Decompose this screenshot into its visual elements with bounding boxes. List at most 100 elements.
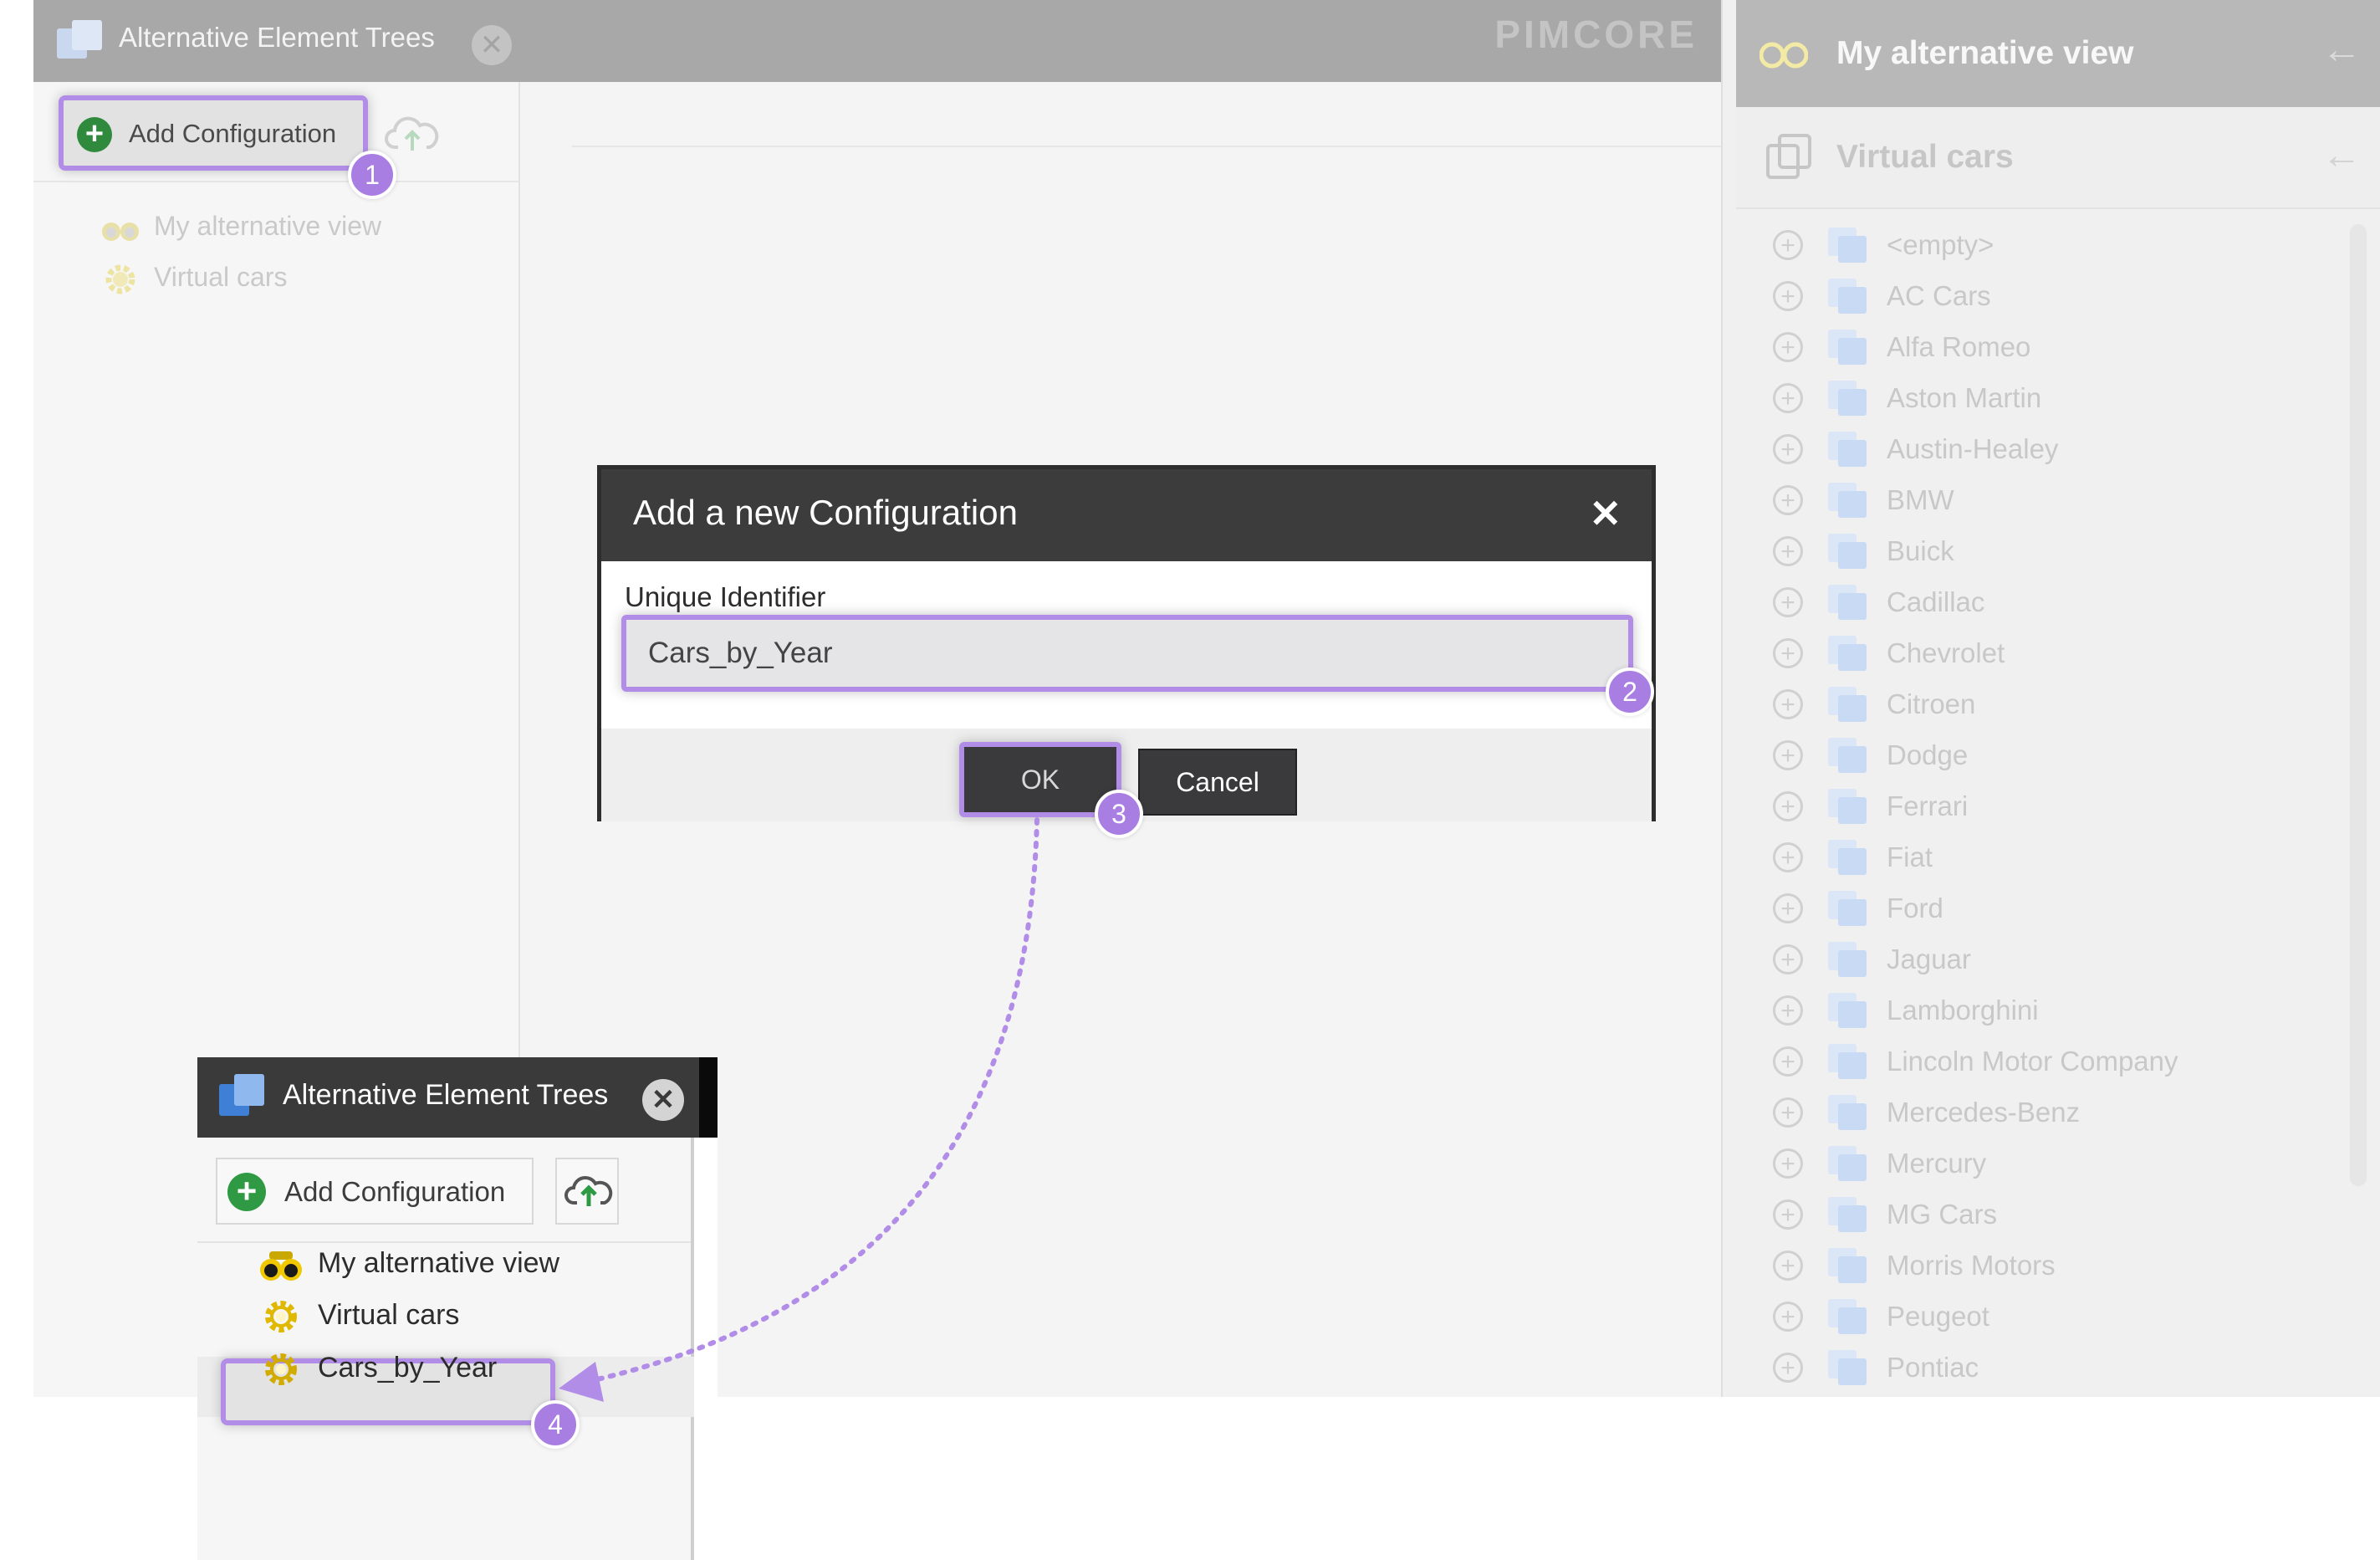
list-item[interactable]: + Pontiac	[1736, 1342, 2355, 1393]
expand-icon[interactable]: +	[1773, 229, 1803, 260]
list-item[interactable]: + Austin-Healey	[1736, 423, 2355, 474]
expand-icon[interactable]: +	[1773, 1250, 1803, 1281]
expand-icon[interactable]: +	[1773, 1046, 1803, 1077]
step-badge-2: 2	[1606, 667, 1654, 716]
folder-icon	[1828, 1298, 1867, 1334]
list-item[interactable]: + Morris Motors	[1736, 1240, 2355, 1291]
expand-icon[interactable]: +	[1773, 535, 1803, 566]
inset-tree-item-my-alternative-view[interactable]: My alternative view	[259, 1246, 559, 1283]
expand-icon[interactable]: +	[1773, 280, 1803, 311]
list-item[interactable]: + MG Cars	[1736, 1189, 2355, 1240]
expand-icon[interactable]: +	[1773, 893, 1803, 923]
background-tab-bar: Alternative Element Trees ✕ PIMCORE	[33, 0, 1723, 82]
expand-icon[interactable]: +	[1773, 944, 1803, 974]
list-item[interactable]: + Lincoln Motor Company	[1736, 1036, 2355, 1087]
tree-item-my-alternative-view[interactable]: My alternative view	[100, 211, 381, 245]
close-icon[interactable]: ✕	[642, 1079, 684, 1121]
alternative-view-header: My alternative view ←	[1736, 0, 2380, 107]
expand-icon[interactable]: +	[1773, 1301, 1803, 1332]
expand-icon[interactable]: +	[1773, 688, 1803, 719]
inset-config-tree: + Add Configuration	[197, 1138, 694, 1560]
list-item[interactable]: + Ferrari	[1736, 780, 2355, 831]
cancel-button[interactable]: Cancel	[1138, 749, 1297, 816]
expand-icon[interactable]: +	[1773, 841, 1803, 872]
expand-icon[interactable]: +	[1773, 739, 1803, 770]
unique-identifier-input[interactable]	[621, 615, 1633, 692]
arrow-left-icon[interactable]: ←	[2321, 132, 2362, 178]
gear-icon	[265, 1301, 297, 1332]
cloud-upload-icon[interactable]	[383, 110, 442, 161]
list-item[interactable]: + Fiat	[1736, 831, 2355, 882]
list-item[interactable]: + Buick	[1736, 525, 2355, 576]
expand-icon[interactable]: +	[1773, 382, 1803, 413]
expand-icon[interactable]: +	[1773, 637, 1803, 668]
list-item[interactable]: + Mercury	[1736, 1138, 2355, 1189]
inset-tab-bar: Alternative Element Trees ✕	[197, 1057, 718, 1138]
import-button[interactable]	[555, 1158, 619, 1225]
folder-icon	[1828, 737, 1867, 773]
list-item-label: Dodge	[1887, 739, 1969, 770]
expand-icon[interactable]: +	[1773, 484, 1803, 515]
list-item-label: BMW	[1887, 483, 1954, 515]
folder-icon	[1828, 533, 1867, 569]
list-item[interactable]: + Lamborghini	[1736, 985, 2355, 1036]
background-toolbar: + Add Configuration	[33, 82, 518, 182]
folder-icon	[1828, 992, 1867, 1028]
folder-icon	[1828, 278, 1867, 314]
list-item[interactable]: + Citroen	[1736, 678, 2355, 729]
add-configuration-button[interactable]: + Add Configuration	[216, 1158, 534, 1225]
gear-icon	[105, 264, 135, 294]
expand-icon[interactable]: +	[1773, 586, 1803, 617]
list-item[interactable]: + Alfa Romeo	[1736, 321, 2355, 372]
list-item[interactable]: + <empty>	[1736, 219, 2355, 270]
gear-icon	[265, 1353, 297, 1385]
unique-identifier-label: Unique Identifier	[625, 581, 826, 612]
background-add-configuration-button[interactable]: + Add Configuration	[59, 95, 368, 171]
expand-icon[interactable]: +	[1773, 1352, 1803, 1383]
expand-icon[interactable]: +	[1773, 1148, 1803, 1179]
folder-icon	[1828, 1247, 1867, 1283]
folder-icon	[1828, 635, 1867, 671]
list-item[interactable]: + Peugeot	[1736, 1291, 2355, 1342]
expand-icon[interactable]: +	[1773, 1097, 1803, 1128]
list-item[interactable]: + BMW	[1736, 474, 2355, 525]
folder-icon	[1828, 1094, 1867, 1130]
add-configuration-label: Add Configuration	[284, 1176, 506, 1207]
add-configuration-dialog: Add a new Configuration ✕ Unique Identif…	[597, 465, 1656, 821]
tree-item-label: My alternative view	[318, 1246, 560, 1279]
expand-icon[interactable]: +	[1773, 995, 1803, 1026]
expand-icon[interactable]: +	[1773, 331, 1803, 362]
list-item[interactable]: + Jaguar	[1736, 933, 2355, 985]
inset-tree-item-virtual-cars[interactable]: Virtual cars	[259, 1298, 459, 1335]
background-tab-close-icon[interactable]: ✕	[472, 25, 512, 65]
tree-item-label: Cars_by_Year	[318, 1351, 498, 1384]
step-badge-4: 4	[531, 1400, 580, 1449]
list-item[interactable]: + Aston Martin	[1736, 372, 2355, 423]
list-item[interactable]: + Ford	[1736, 882, 2355, 933]
inset-tree-item-cars-by-year[interactable]: Cars_by_Year	[259, 1351, 497, 1388]
expand-icon[interactable]: +	[1773, 433, 1803, 464]
list-item-label: Morris Motors	[1887, 1249, 2056, 1281]
list-item[interactable]: + Cadillac	[1736, 576, 2355, 627]
list-item-label: Fiat	[1887, 841, 1933, 872]
arrow-left-icon[interactable]: ←	[2321, 27, 2362, 73]
scrollbar[interactable]	[2350, 224, 2367, 1186]
folder-icon	[1828, 329, 1867, 365]
tree-item-virtual-cars[interactable]: Virtual cars	[100, 262, 287, 296]
folder-icon	[1828, 584, 1867, 620]
element-tree-icon	[57, 20, 102, 59]
binoculars-icon	[102, 222, 139, 241]
list-item-label: <empty>	[1887, 228, 1994, 260]
list-item[interactable]: + Mercedes-Benz	[1736, 1087, 2355, 1138]
close-icon[interactable]: ✕	[1589, 491, 1622, 536]
alternative-view-title: My alternative view	[1836, 35, 2134, 71]
list-item[interactable]: + AC Cars	[1736, 270, 2355, 321]
add-configuration-label: Add Configuration	[129, 119, 337, 148]
list-item-label: Pontiac	[1887, 1351, 1979, 1383]
list-item[interactable]: + Dodge	[1736, 729, 2355, 780]
list-item[interactable]: + Chevrolet	[1736, 627, 2355, 678]
binoculars-icon	[1759, 42, 1808, 69]
list-item-label: MG Cars	[1887, 1198, 1997, 1230]
expand-icon[interactable]: +	[1773, 1199, 1803, 1230]
expand-icon[interactable]: +	[1773, 790, 1803, 821]
